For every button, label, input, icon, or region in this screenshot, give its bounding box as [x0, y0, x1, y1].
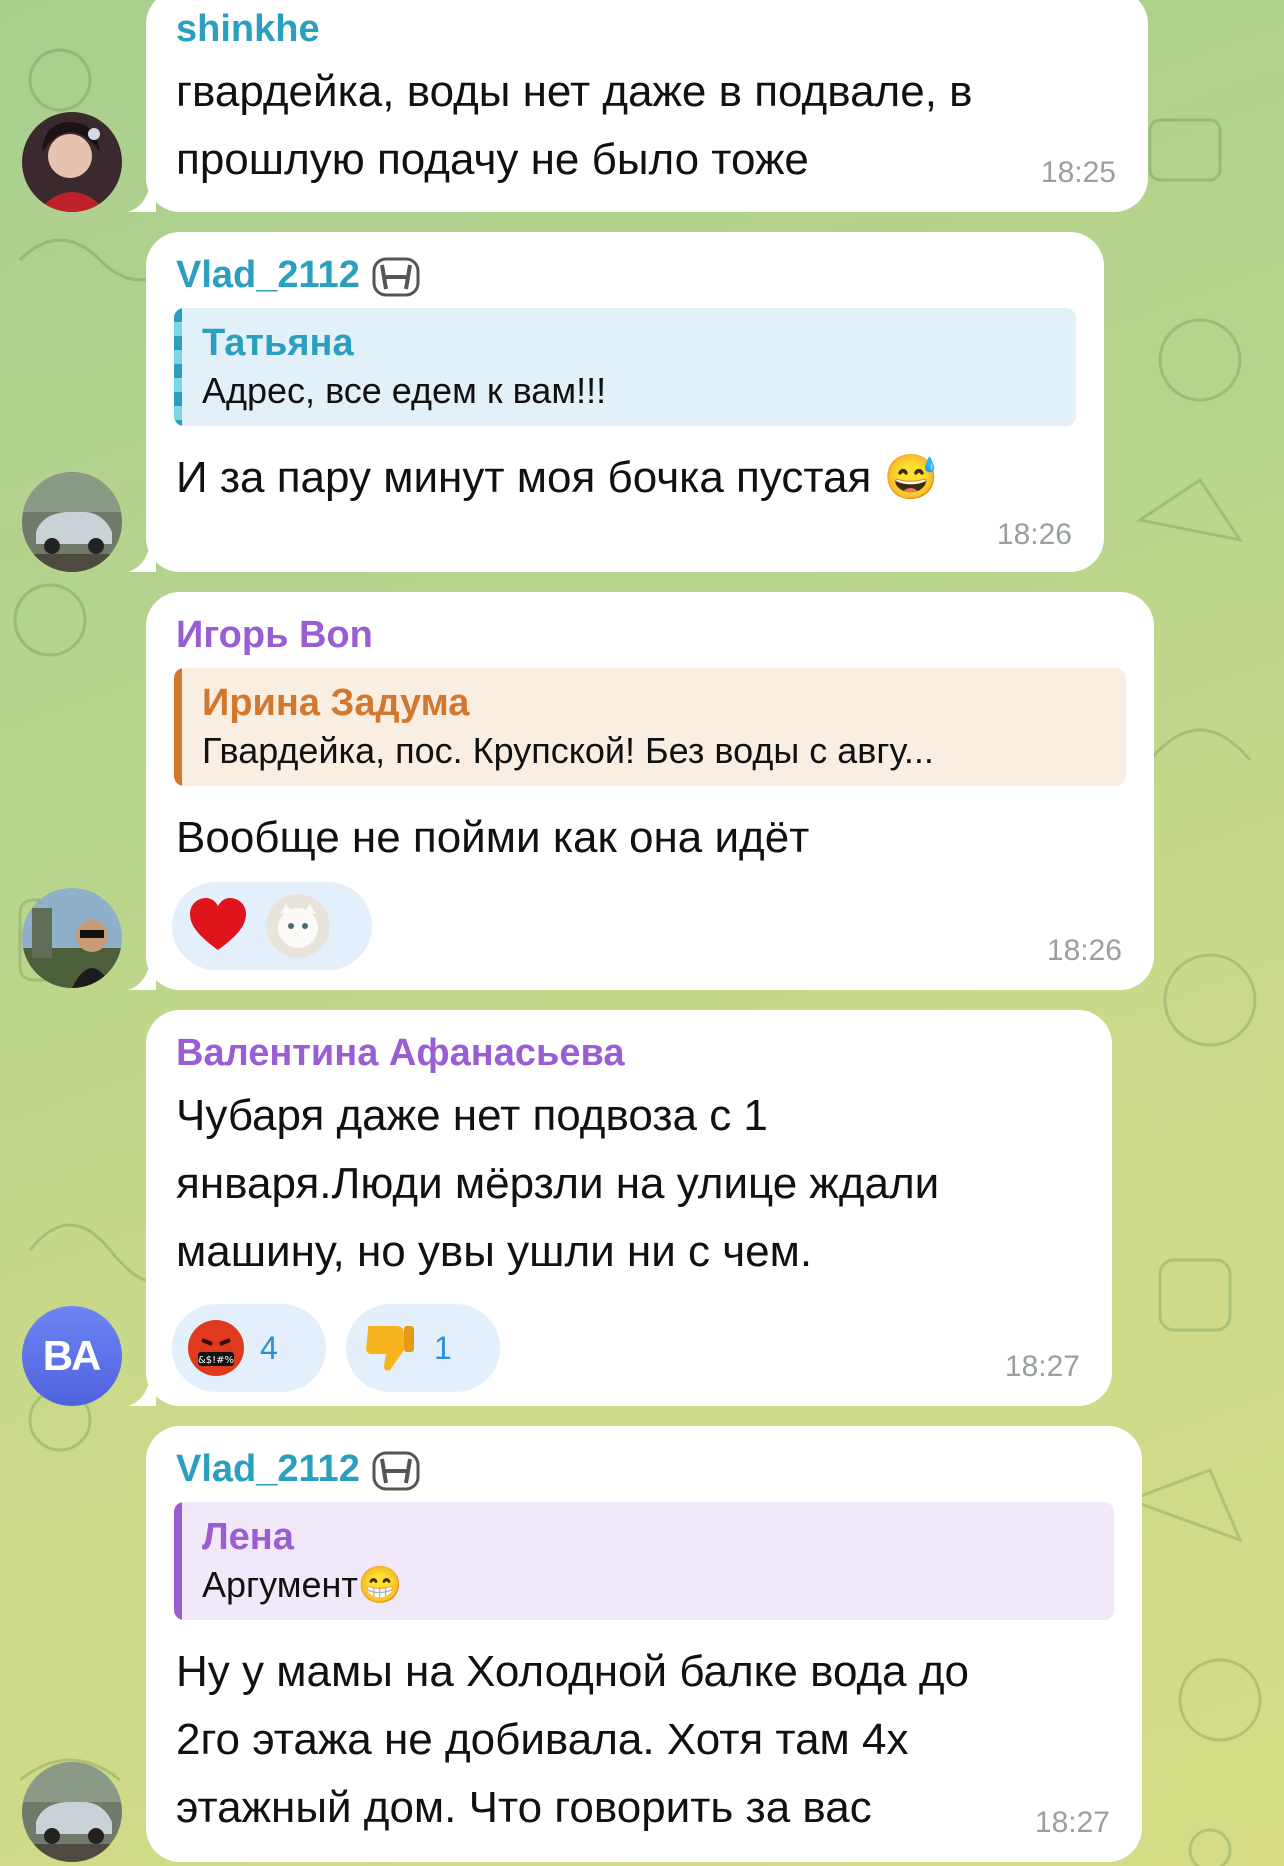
avatar[interactable]: ВА: [22, 1306, 122, 1406]
message-time: 18:27: [1004, 1350, 1080, 1383]
reaction-count: 1: [434, 1329, 452, 1366]
honda-logo-icon: [372, 257, 420, 297]
avatar[interactable]: [22, 472, 122, 572]
sender-name-text: Vlad_2112: [176, 1448, 360, 1490]
message-bubble[interactable]: Валентина Афанасьева Чубаря даже нет под…: [146, 1010, 1112, 1406]
text-line: января.Люди мёрзли на улице ждали: [176, 1159, 940, 1208]
reaction-chip[interactable]: &$!#% 4: [172, 1304, 326, 1392]
heart-icon: [190, 898, 246, 950]
reply-text: Аргумент😁: [202, 1564, 403, 1605]
message-bubble[interactable]: shinkhe гвардейка, воды нет даже в подва…: [146, 0, 1148, 212]
avatar-photo-woman: [22, 112, 122, 212]
avatar[interactable]: [22, 112, 122, 212]
avatar-photo-man: [22, 888, 122, 988]
avatar[interactable]: [22, 888, 122, 988]
reply-quote[interactable]: Татьяна Адрес, все едем к вам!!!: [174, 308, 1076, 426]
bubble-tail: [128, 184, 156, 212]
message-text: Чубаря даже нет подвоза с 1 января.Люди …: [176, 1082, 1078, 1286]
sender-name[interactable]: Игорь Bon: [176, 614, 373, 657]
reply-author: Лена: [202, 1516, 294, 1558]
message-text: Ну у мамы на Холодной балке вода до 2го …: [176, 1638, 1012, 1842]
sender-name[interactable]: Валентина Афанасьева: [176, 1032, 624, 1075]
reply-text: Адрес, все едем к вам!!!: [202, 370, 607, 411]
sender-name[interactable]: Vlad_2112: [176, 1448, 420, 1491]
avatar-photo-car: [22, 1762, 122, 1862]
message-time: 18:25: [1040, 156, 1116, 189]
sender-name-text: Vlad_2112: [176, 254, 360, 296]
text-line: 2го этажа не добивала. Хотя там 4х: [176, 1715, 909, 1764]
reaction-chip[interactable]: [172, 882, 372, 970]
reply-author: Татьяна: [202, 322, 354, 364]
reply-author: Ирина Задума: [202, 682, 470, 724]
thumbs-down-icon: [366, 1326, 414, 1371]
avatar-photo-car: [22, 472, 122, 572]
reply-text: Гвардейка, пос. Крупской! Без воды с авг…: [202, 730, 934, 771]
avatar-initials: ВА: [42, 1332, 102, 1379]
bubble-tail: [128, 1378, 156, 1406]
reply-quote[interactable]: Лена Аргумент😁: [174, 1502, 1114, 1620]
svg-text:&$!#%: &$!#%: [198, 1355, 234, 1366]
message-time: 18:26: [1046, 934, 1122, 967]
text-line: Чубаря даже нет подвоза с 1: [176, 1091, 768, 1140]
message-bubble[interactable]: Игорь Bon Ирина Задума Гвардейка, пос. К…: [146, 592, 1154, 990]
reaction-chip[interactable]: 1: [346, 1304, 500, 1392]
message-bubble[interactable]: Vlad_2112 Лена Аргумент😁 Ну у мамы на Хо…: [146, 1426, 1142, 1862]
avatar[interactable]: [22, 1762, 122, 1862]
bubble-tail: [128, 544, 156, 572]
cursing-face-icon: &$!#%: [188, 1320, 244, 1376]
message-time: 18:26: [996, 518, 1072, 551]
honda-logo-icon: [372, 1451, 420, 1491]
message-text: гвардейка, воды нет даже в подвале, в пр…: [176, 67, 973, 184]
reaction-count: 4: [260, 1329, 278, 1366]
sender-name[interactable]: Vlad_2112: [176, 254, 420, 297]
reply-quote[interactable]: Ирина Задума Гвардейка, пос. Крупской! Б…: [174, 668, 1126, 786]
sender-name[interactable]: shinkhe: [176, 8, 320, 51]
text-line: этажный дом. Что говорить за вас: [176, 1783, 872, 1832]
message-time: 18:27: [1034, 1806, 1110, 1839]
text-line: Ну у мамы на Холодной балке вода до: [176, 1647, 969, 1696]
message-text: И за пару минут моя бочка пустая 😅: [176, 453, 939, 502]
bubble-tail: [128, 962, 156, 990]
white-cat-avatar: [266, 894, 330, 958]
message-text: Вообще не пойми как она идёт: [176, 813, 810, 862]
message-bubble[interactable]: Vlad_2112 Татьяна Адрес, все едем к вам!…: [146, 232, 1104, 572]
text-line: машину, но увы ушли ни с чем.: [176, 1227, 813, 1276]
